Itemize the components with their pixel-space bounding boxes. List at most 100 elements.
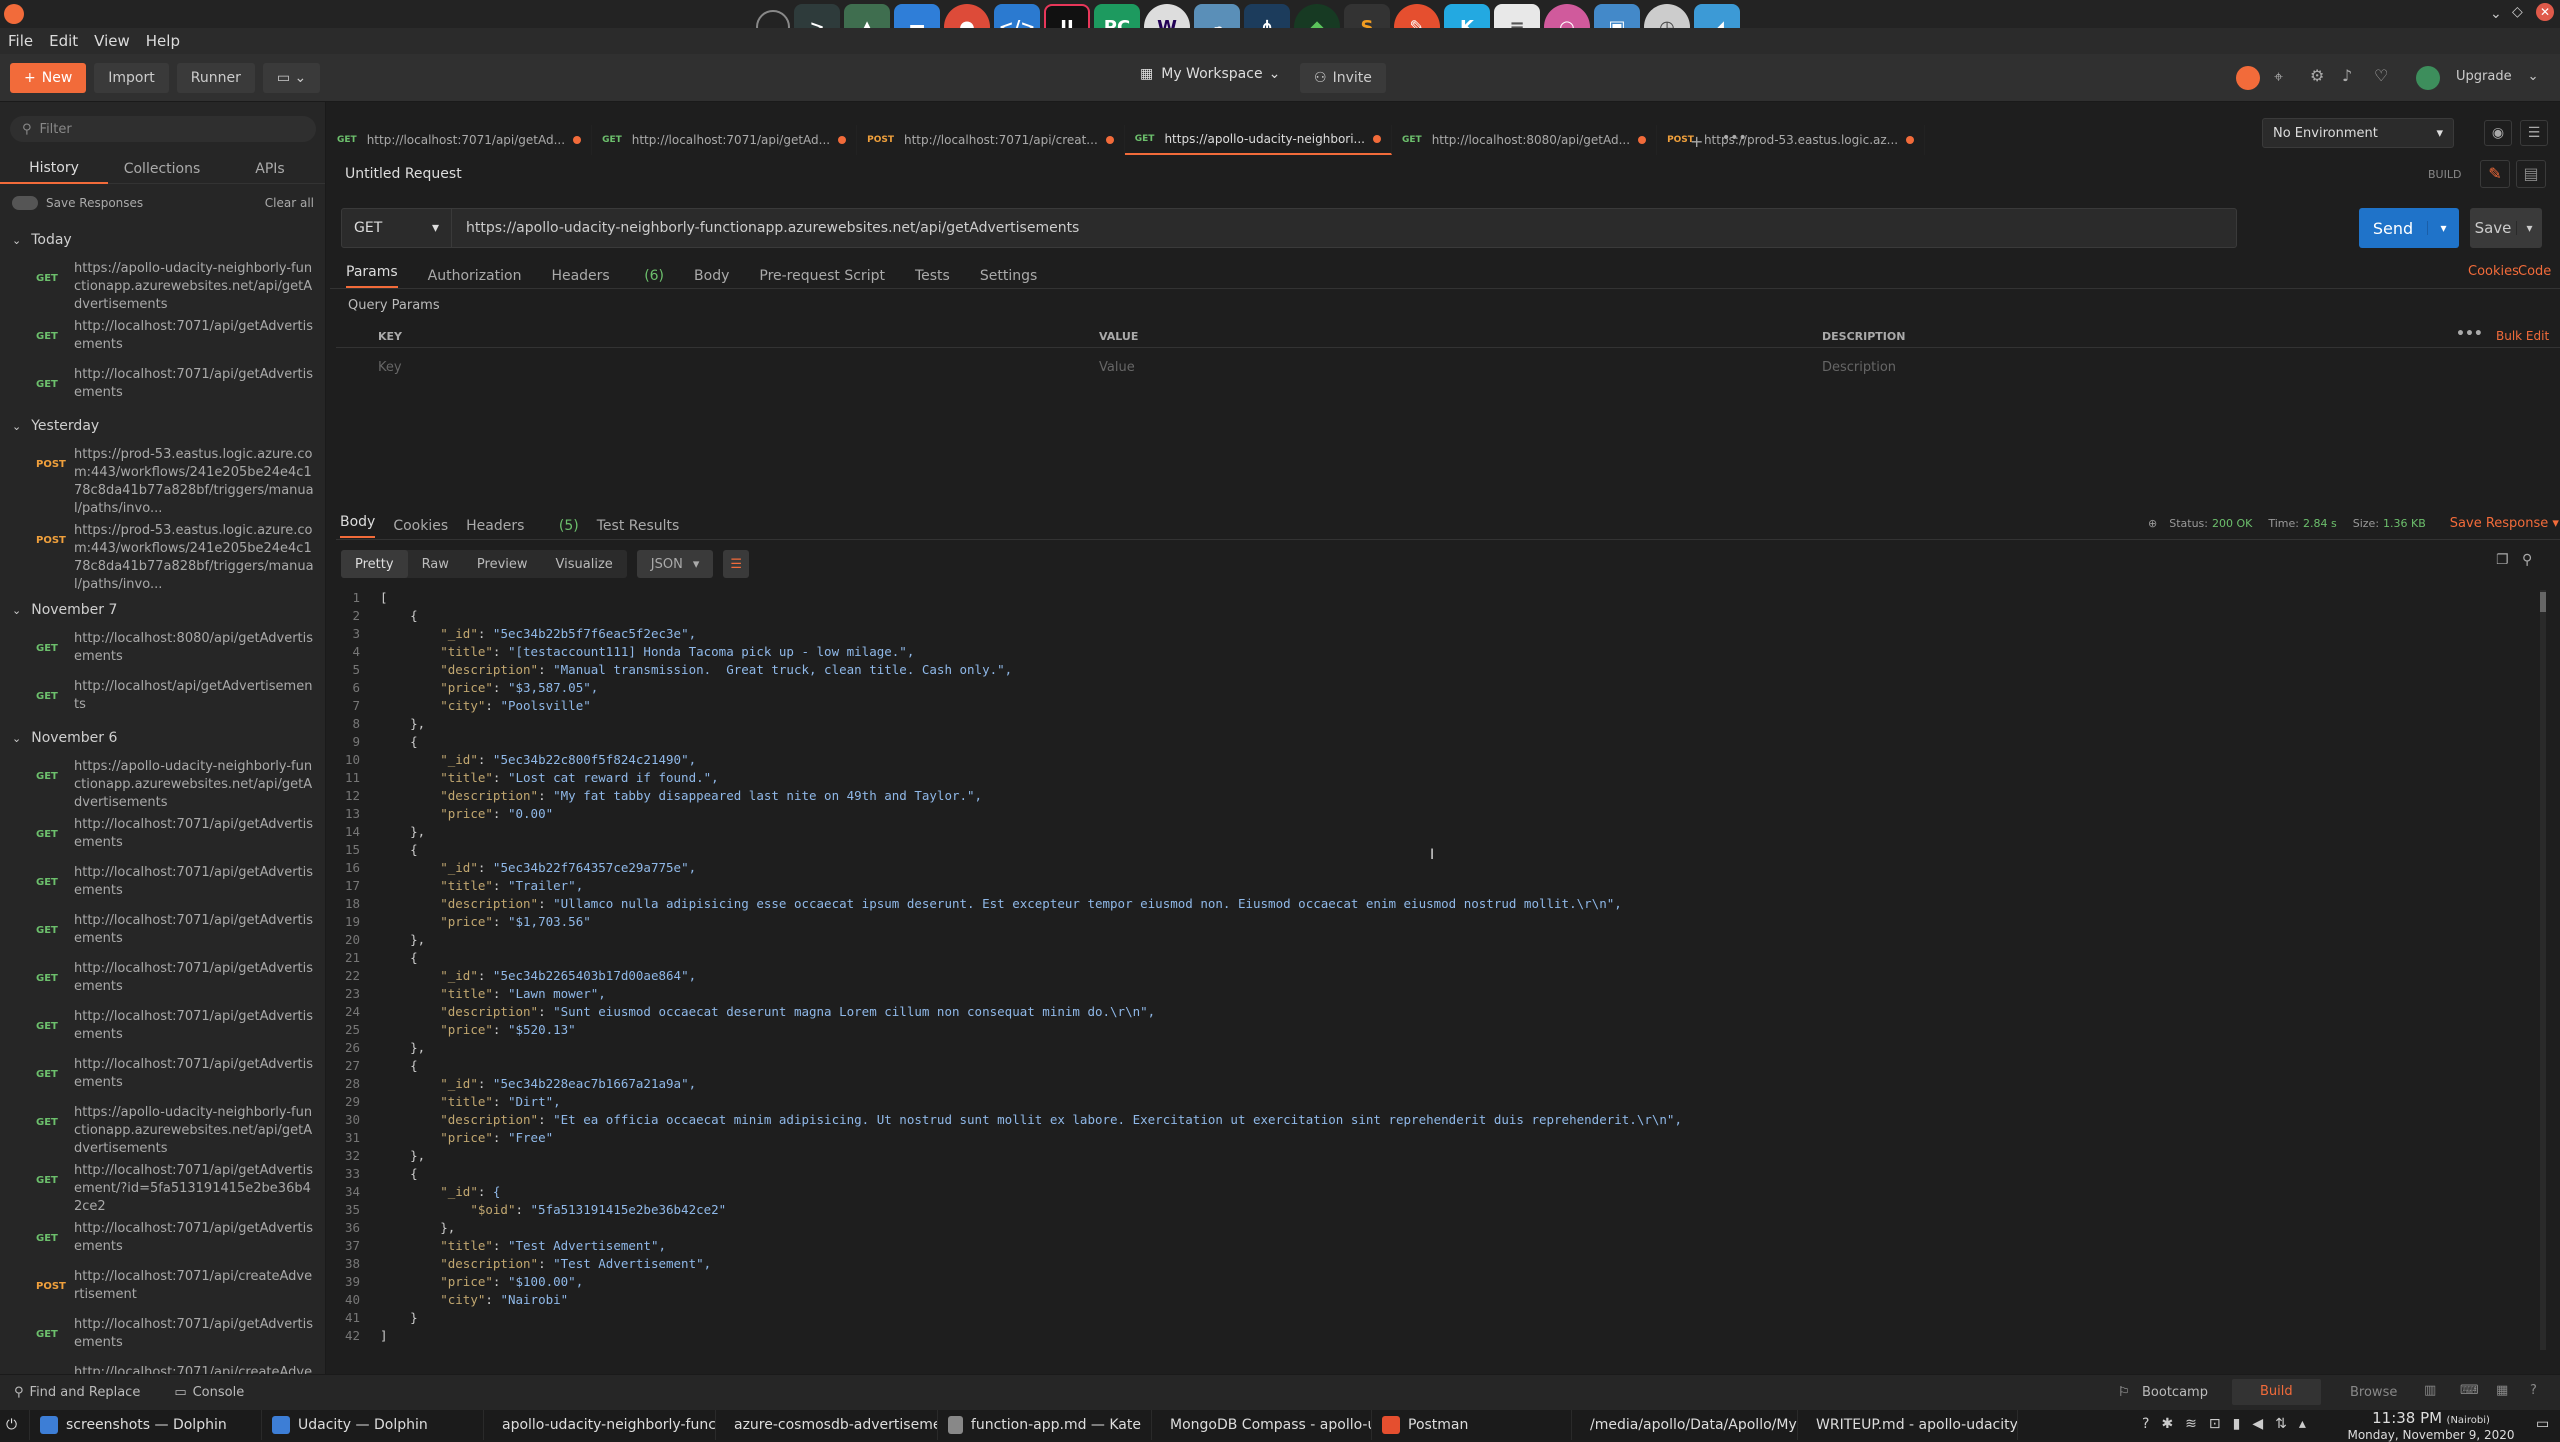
tab-response-cookies[interactable]: Cookies: [393, 518, 448, 534]
value-input[interactable]: Value: [1099, 360, 1135, 375]
wifi-icon[interactable]: ≋: [2185, 1416, 2197, 1432]
menu-edit[interactable]: Edit: [49, 32, 78, 50]
build-mode-button[interactable]: Build: [2232, 1379, 2321, 1405]
menu-view[interactable]: View: [94, 32, 130, 50]
tab-test-results[interactable]: Test Results: [597, 518, 680, 534]
app-launcher-icon[interactable]: ⏻: [0, 1410, 30, 1440]
tab-body[interactable]: Body: [694, 268, 729, 284]
desktop-icon[interactable]: ▭: [2536, 1416, 2549, 1432]
format-select[interactable]: JSON ▾: [636, 550, 714, 578]
taskbar-task[interactable]: Postman: [1372, 1410, 1572, 1440]
help-icon[interactable]: ?: [2530, 1383, 2537, 1398]
history-item[interactable]: GET http://localhost:7071/api/getAdvertis…: [0, 812, 325, 860]
bell-icon[interactable]: ♪: [2342, 66, 2352, 85]
battery-icon[interactable]: ▮: [2233, 1416, 2241, 1432]
gear-icon[interactable]: ⚙: [2310, 66, 2324, 85]
taskbar-task[interactable]: screenshots — Dolphin: [30, 1410, 262, 1440]
tab-params[interactable]: Params: [346, 264, 398, 288]
request-tab[interactable]: GET http://localhost:7071/api/getAd...: [592, 125, 858, 155]
request-tab[interactable]: GET https://apollo-udacity-neighbori...: [1124, 125, 1392, 155]
taskbar-task[interactable]: MongoDB Compass - apollo-ud...: [1152, 1410, 1372, 1440]
close-icon[interactable]: ✕: [2536, 3, 2554, 21]
import-button[interactable]: Import: [94, 62, 169, 93]
history-group-header[interactable]: ⌄ November 6: [0, 722, 325, 754]
satellite-icon[interactable]: ⌖: [2274, 67, 2283, 87]
taskbar-task[interactable]: Udacity — Dolphin: [262, 1410, 484, 1440]
preview-button[interactable]: Preview: [463, 550, 542, 578]
history-item[interactable]: GET http://localhost:7071/api/getAdvertis…: [0, 908, 325, 956]
runner-button[interactable]: Runner: [176, 62, 255, 93]
help-icon[interactable]: ?: [2142, 1416, 2149, 1432]
visualize-button[interactable]: Visualize: [542, 550, 627, 578]
scrollbar-thumb[interactable]: [2540, 592, 2546, 612]
find-replace-button[interactable]: Find and Replace: [30, 1385, 141, 1400]
clock[interactable]: 11:38 PM (Nairobi) Monday, November 9, 2…: [2336, 1411, 2526, 1442]
cookies-link[interactable]: Cookies: [2468, 264, 2519, 279]
history-item[interactable]: POST https://prod-53.eastus.logic.azure.c…: [0, 518, 325, 594]
request-tab[interactable]: GET http://localhost:7071/api/getAd...: [327, 125, 593, 155]
history-item[interactable]: GET http://localhost:7071/api/getAdvertis…: [0, 1052, 325, 1100]
tab-collections[interactable]: Collections: [108, 161, 216, 177]
heart-icon[interactable]: ♡: [2374, 66, 2388, 85]
filter-input[interactable]: ⚲ Filter: [10, 116, 316, 142]
menu-file[interactable]: File: [8, 32, 33, 50]
history-item[interactable]: GET https://apollo-udacity-neighborly-fun…: [0, 256, 325, 314]
lock-icon[interactable]: ⊡: [2209, 1416, 2221, 1432]
send-options-icon[interactable]: ▾: [2427, 221, 2459, 235]
tray-expand-icon[interactable]: ▴: [2299, 1416, 2306, 1432]
clear-all-link[interactable]: Clear all: [265, 196, 314, 210]
taskbar-task[interactable]: function-app.md — Kate: [938, 1410, 1152, 1440]
keyboard-icon[interactable]: ⌨: [2460, 1383, 2479, 1398]
request-tab[interactable]: GET http://localhost:8080/api/getAd...: [1392, 125, 1658, 155]
maximize-icon[interactable]: ◇: [2512, 4, 2523, 20]
tab-response-headers[interactable]: Headers (5): [466, 518, 579, 534]
bootcamp-button[interactable]: Bootcamp: [2142, 1385, 2208, 1400]
more-tabs-icon[interactable]: •••: [1722, 130, 1747, 146]
taskbar-task[interactable]: apollo-udacity-neighborly-func...: [484, 1410, 716, 1440]
sliders-icon[interactable]: ☰: [2520, 120, 2548, 146]
console-button[interactable]: Console: [193, 1385, 245, 1400]
tab-history[interactable]: History: [0, 154, 108, 184]
history-item[interactable]: GET http://localhost:7071/api/getAdvertis…: [0, 860, 325, 908]
network-icon[interactable]: ⇅: [2275, 1416, 2287, 1432]
bulk-edit-link[interactable]: Bulk Edit: [2496, 329, 2549, 343]
raw-button[interactable]: Raw: [408, 550, 463, 578]
tab-pre-request-script[interactable]: Pre-request Script: [759, 268, 885, 284]
history-item[interactable]: GET http://localhost:7071/api/getAdvertis…: [0, 1158, 325, 1216]
history-item[interactable]: GET http://localhost:7071/api/getAdvertis…: [0, 362, 325, 410]
history-item[interactable]: POSThttp://localhost:7071/api/createAdve…: [0, 1360, 325, 1374]
taskbar-task[interactable]: WRITEUP.md - apollo-udacity-n...: [1798, 1410, 2018, 1440]
scrollbar[interactable]: [2540, 590, 2546, 1350]
workspace-switcher[interactable]: ▦ My Workspace ⌄: [1140, 66, 1280, 82]
history-item[interactable]: GET http://localhost:7071/api/getAdvertis…: [0, 314, 325, 362]
invite-button[interactable]: ⚇ Invite: [1300, 63, 1386, 93]
history-item[interactable]: GET http://localhost:7071/api/getAdvertis…: [0, 1004, 325, 1052]
description-input[interactable]: Description: [1822, 360, 1896, 375]
request-title[interactable]: Untitled Request: [345, 166, 462, 182]
history-item[interactable]: GET http://localhost:7071/api/getAdvertis…: [0, 956, 325, 1004]
save-options-icon[interactable]: ▾: [2516, 221, 2542, 235]
save-response-button[interactable]: Save Response ▾: [2450, 516, 2559, 531]
save-responses-toggle[interactable]: [12, 196, 38, 210]
request-tab[interactable]: POST http://localhost:7071/api/creat...: [857, 125, 1125, 155]
layout-icon[interactable]: ▥: [2424, 1383, 2436, 1398]
minimize-icon[interactable]: ⌄: [2490, 6, 2502, 22]
key-input[interactable]: Key: [378, 360, 402, 375]
tab-authorization[interactable]: Authorization: [428, 268, 522, 284]
browse-mode-button[interactable]: Browse: [2350, 1385, 2397, 1400]
history-item[interactable]: GET http://localhost:7071/api/getAdvertis…: [0, 1312, 325, 1360]
upgrade-button[interactable]: Upgrade ⌄: [2456, 69, 2539, 84]
history-item[interactable]: GET http://localhost:7071/api/getAdvertis…: [0, 1216, 325, 1264]
environment-select[interactable]: No Environment ▾: [2262, 118, 2454, 148]
edit-icon[interactable]: ✎: [2480, 160, 2510, 188]
code-link[interactable]: Code: [2518, 264, 2551, 279]
avatar[interactable]: [2416, 66, 2440, 90]
tab-response-body[interactable]: Body: [340, 514, 376, 538]
sync-icon[interactable]: [2236, 66, 2260, 90]
tab-settings[interactable]: Settings: [980, 268, 1037, 284]
method-select[interactable]: GET ▾: [342, 209, 452, 247]
history-item[interactable]: GET https://apollo-udacity-neighborly-fun…: [0, 1100, 325, 1158]
volume-icon[interactable]: ◀: [2252, 1416, 2263, 1432]
two-pane-icon[interactable]: ▦: [2496, 1383, 2508, 1398]
menu-help[interactable]: Help: [146, 32, 180, 50]
